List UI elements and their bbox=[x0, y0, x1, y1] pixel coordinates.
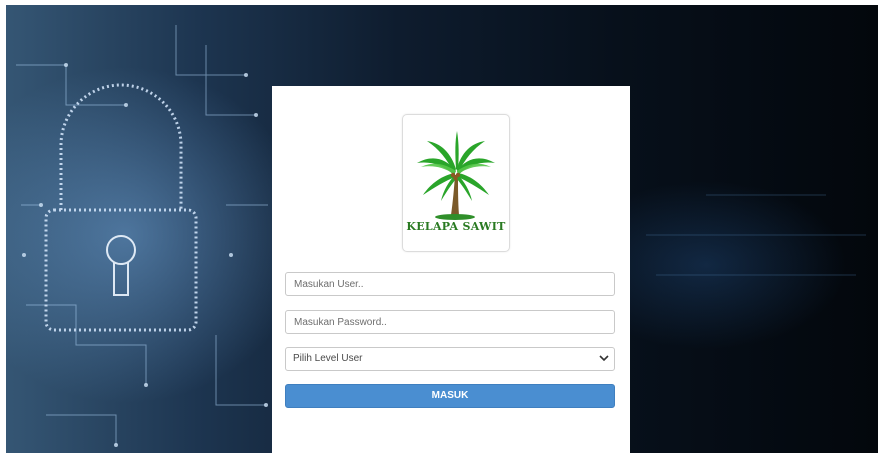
logo-card: KELAPA SAWIT bbox=[402, 114, 510, 252]
palm-tree-icon bbox=[417, 131, 495, 220]
user-input[interactable] bbox=[285, 272, 615, 296]
masuk-button[interactable]: MASUK bbox=[285, 384, 615, 408]
password-input[interactable] bbox=[285, 310, 615, 334]
logo-text: KELAPA SAWIT bbox=[406, 220, 506, 233]
login-panel: KELAPA SAWIT Pilih Level User MASUK bbox=[272, 86, 630, 457]
chevron-down-icon bbox=[599, 355, 609, 362]
level-user-select[interactable]: Pilih Level User bbox=[285, 347, 615, 371]
select-value: Pilih Level User bbox=[293, 353, 363, 364]
